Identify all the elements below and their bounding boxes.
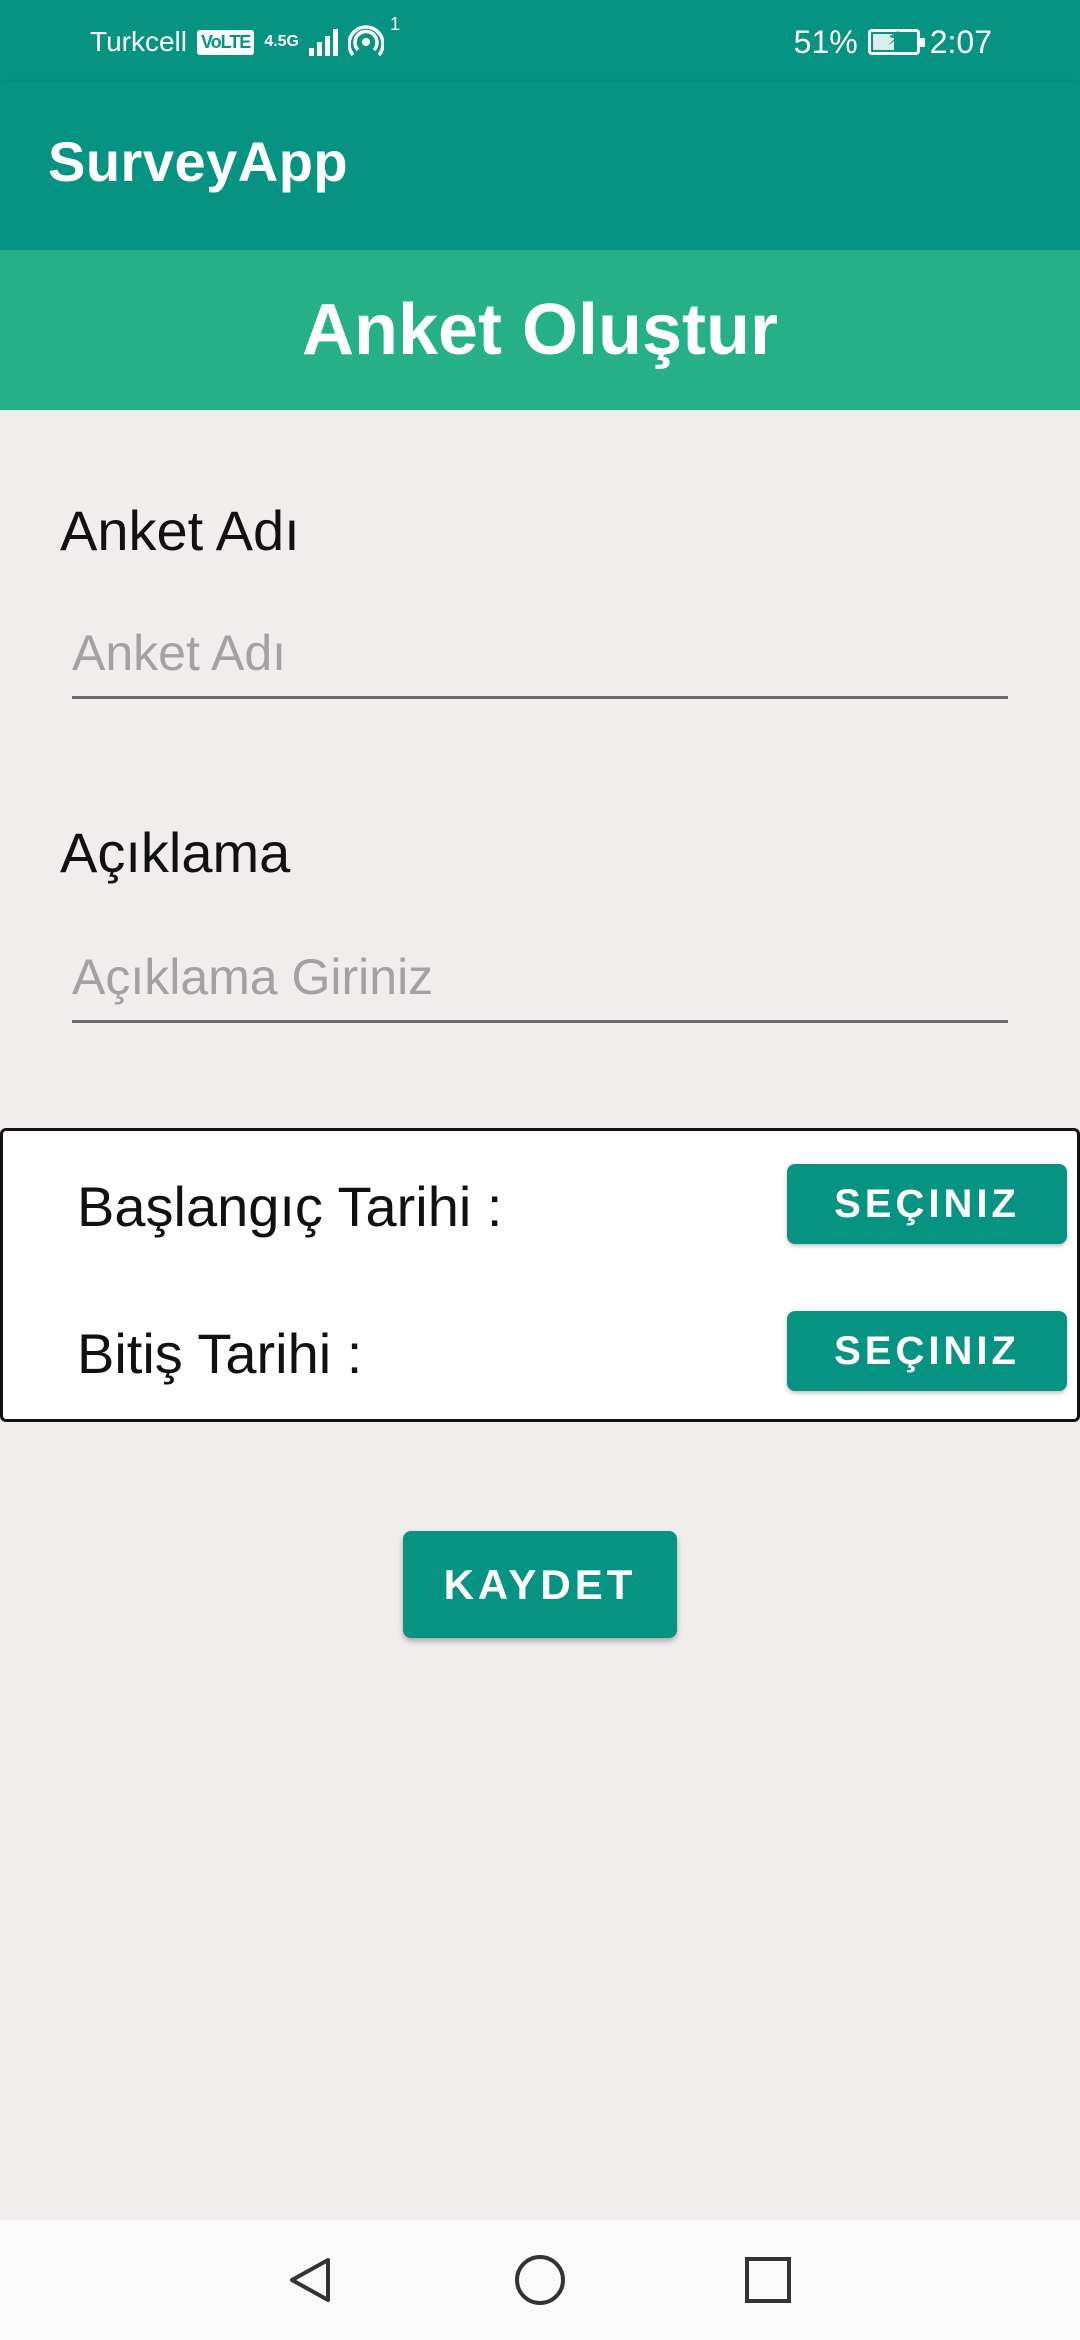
- page-header: Anket Oluştur: [0, 250, 1080, 410]
- back-icon[interactable]: [280, 2250, 340, 2310]
- app-bar: SurveyApp: [0, 82, 1080, 250]
- volte-badge: VoLTE: [196, 29, 255, 55]
- description-label: Açıklama: [60, 821, 291, 884]
- start-date-label: Başlangıç Tarihi :: [77, 1175, 503, 1238]
- charging-bolt-icon: ⚡: [886, 28, 901, 50]
- description-input[interactable]: [72, 940, 1008, 1023]
- survey-name-input[interactable]: [72, 616, 1008, 699]
- status-bar: Turkcell VoLTE 4.5G 1 51% ⚡ 2:07: [0, 0, 1080, 82]
- clock: 2:07: [929, 23, 992, 60]
- hotspot-count: 1: [389, 14, 400, 34]
- network-type: 4.5G: [264, 33, 299, 50]
- home-icon[interactable]: [510, 2250, 570, 2310]
- end-date-label: Bitiş Tarihi :: [77, 1322, 363, 1385]
- page-title: Anket Oluştur: [301, 290, 779, 370]
- save-button[interactable]: KAYDET: [403, 1531, 677, 1638]
- signal-icon: [309, 28, 338, 56]
- status-right: 51% ⚡ 2:07: [794, 22, 992, 62]
- carrier-name: Turkcell: [90, 26, 187, 57]
- status-left: Turkcell VoLTE 4.5G 1: [90, 14, 400, 62]
- end-date-row: Bitiş Tarihi : SEÇINIZ: [3, 1311, 1077, 1391]
- date-panel: Başlangıç Tarihi : SEÇINIZ Bitiş Tarihi …: [0, 1128, 1080, 1422]
- start-date-row: Başlangıç Tarihi : SEÇINIZ: [3, 1164, 1077, 1244]
- navigation-bar: [0, 2220, 1080, 2340]
- battery-percent: 51%: [793, 23, 858, 60]
- recents-icon[interactable]: [738, 2250, 798, 2310]
- end-date-select-button[interactable]: SEÇINIZ: [787, 1311, 1067, 1391]
- battery-icon: ⚡: [867, 28, 925, 55]
- survey-name-label: Anket Adı: [60, 499, 300, 562]
- start-date-select-button[interactable]: SEÇINIZ: [787, 1164, 1067, 1244]
- app-title: SurveyApp: [48, 130, 349, 193]
- hotspot-icon: 1: [347, 14, 400, 60]
